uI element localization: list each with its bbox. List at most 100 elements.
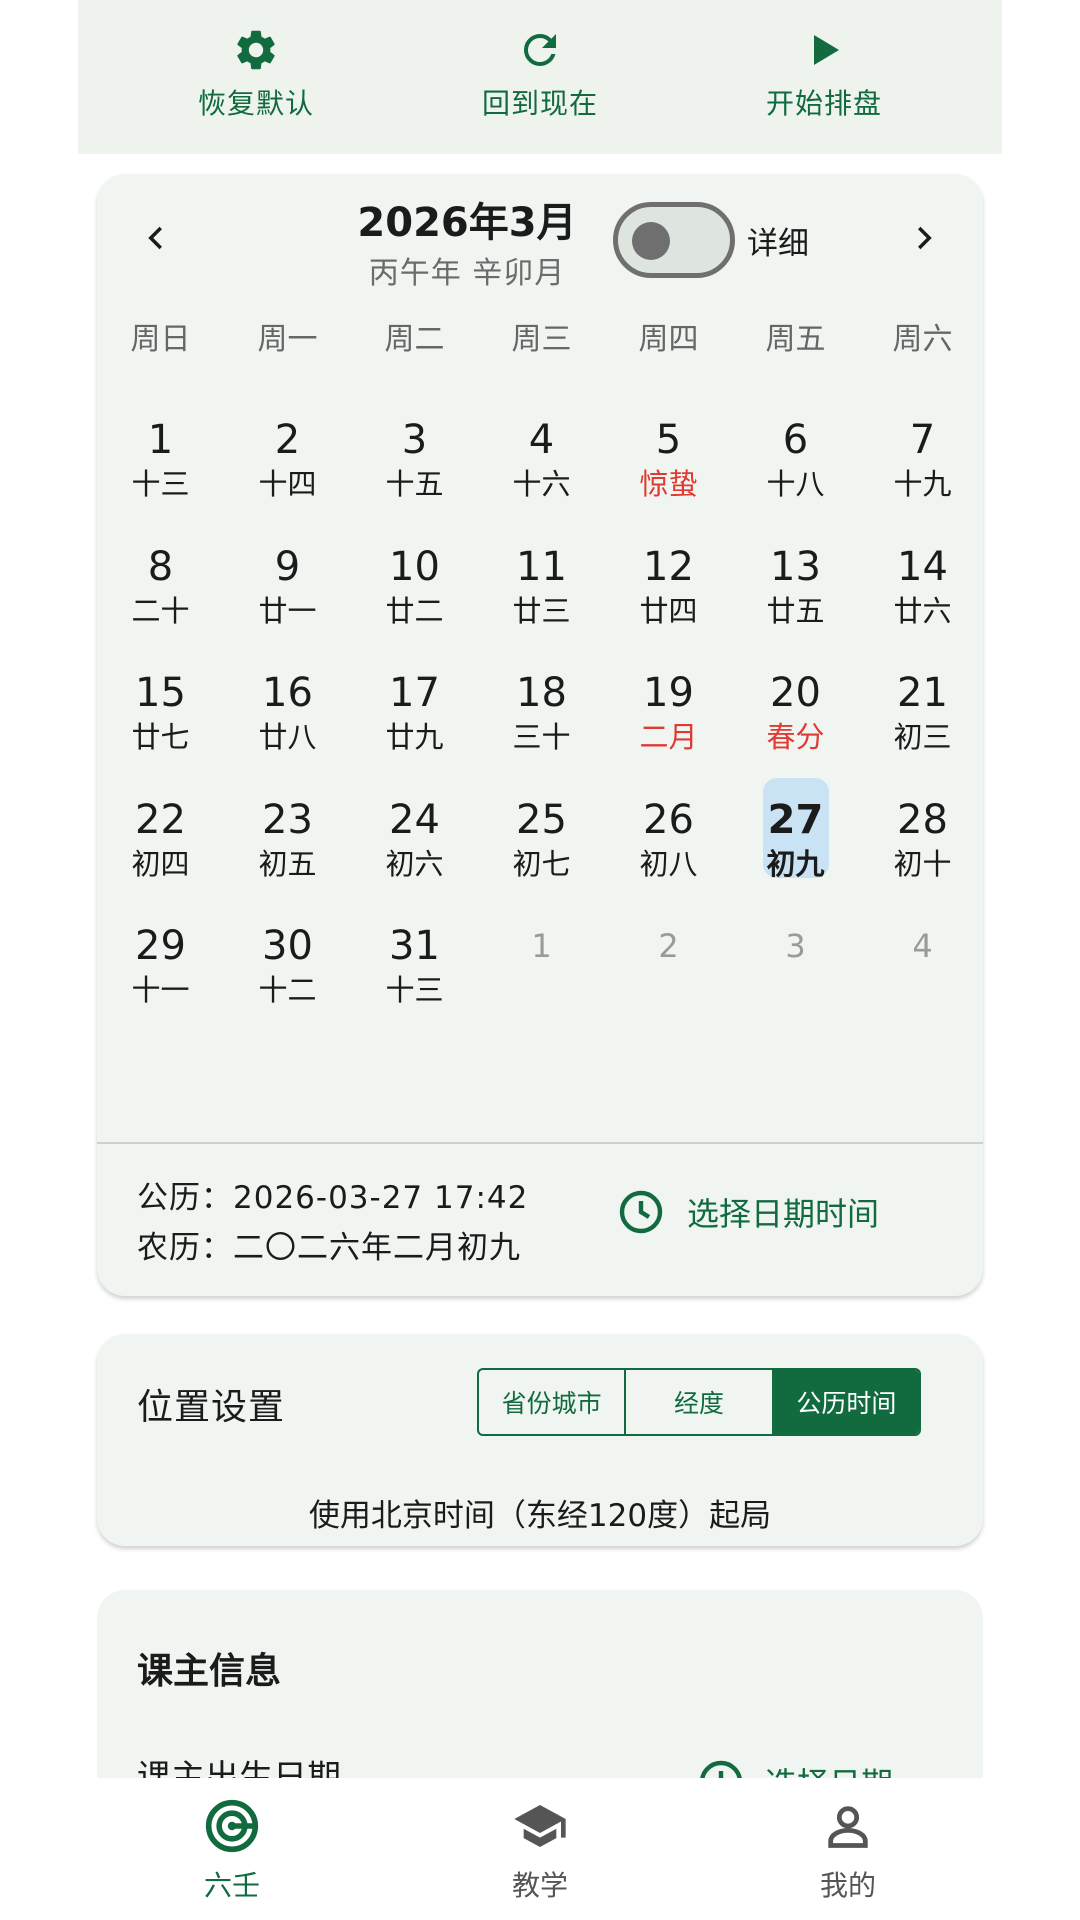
target-icon <box>122 1796 342 1856</box>
day-number: 4 <box>912 927 933 965</box>
nav-profile[interactable]: 我的 <box>738 1796 958 1904</box>
day-number: 21 <box>897 670 948 716</box>
nav-teaching-label: 教学 <box>511 1869 568 1902</box>
tab-longitude[interactable]: 经度 <box>624 1370 771 1434</box>
tab-solar-time[interactable]: 公历时间 <box>771 1370 919 1434</box>
day-number: 27 <box>767 796 824 843</box>
weekday-label: 周一 <box>257 322 318 357</box>
detail-toggle[interactable] <box>613 202 735 278</box>
lunar-day-label: 惊蛰 <box>639 467 698 501</box>
lunar-day-label: 初十 <box>893 846 952 881</box>
lunar-day-label: 廿四 <box>639 593 698 628</box>
day-number: 3 <box>785 927 806 965</box>
day-number: 1 <box>531 927 552 965</box>
lunar-day-label: 春分 <box>766 720 825 754</box>
ganzhi-subtitle: 丙午年 辛卯月 <box>368 256 566 291</box>
day-number: 5 <box>655 417 682 463</box>
day-number: 4 <box>528 417 555 463</box>
day-number: 19 <box>643 670 694 716</box>
lunar-day-label: 十五 <box>385 467 444 501</box>
client-info-title: 课主信息 <box>137 1651 282 1692</box>
lunar-day-label: 十四 <box>258 467 317 501</box>
weekday-label: 周日 <box>130 322 191 357</box>
calendar-day[interactable]: 1 <box>478 918 605 1068</box>
day-number: 1 <box>147 417 174 463</box>
divider <box>97 1142 983 1144</box>
lunar-day-label: 十三 <box>385 973 444 1007</box>
next-month-button[interactable] <box>893 208 953 268</box>
day-number: 13 <box>770 543 821 590</box>
select-datetime-button[interactable]: 选择日期时间 <box>617 1184 879 1240</box>
nav-liuren[interactable]: 六壬 <box>122 1796 342 1904</box>
top-toolbar: 恢复默认 回到现在 开始排盘 <box>78 0 1002 154</box>
solar-date-text: 公历：2026-03-27 17:42 <box>137 1180 529 1216</box>
prev-month-button[interactable] <box>127 208 187 268</box>
calendar-day[interactable]: 3 <box>732 918 859 1068</box>
location-note: 使用北京时间（东经120度）起局 <box>308 1498 772 1534</box>
day-number: 20 <box>770 670 821 716</box>
reset-default-button[interactable]: 恢复默认 <box>156 22 356 132</box>
day-number: 10 <box>389 543 440 590</box>
back-to-now-label: 回到现在 <box>481 87 598 120</box>
weekday-label: 周三 <box>511 322 572 357</box>
calendar-day[interactable]: 31 十三 <box>351 918 478 1068</box>
lunar-day-label: 廿五 <box>766 593 825 628</box>
detail-toggle-label: 详细 <box>747 226 809 262</box>
lunar-day-label: 初七 <box>512 846 571 881</box>
lunar-day-label: 廿三 <box>512 593 571 628</box>
chevron-right-icon <box>918 226 932 250</box>
lunar-day-label: 十八 <box>766 467 825 501</box>
start-chart-label: 开始排盘 <box>765 87 882 120</box>
weekday-header: 周日 周一 周二 周三 周四 周五 周六 <box>97 314 983 364</box>
day-number: 25 <box>516 796 567 843</box>
lunar-day-label: 初四 <box>131 846 190 881</box>
nav-teaching[interactable]: 教学 <box>430 1796 650 1904</box>
day-number: 29 <box>135 923 186 969</box>
calendar-day[interactable]: 30 十二 <box>224 918 351 1068</box>
day-number: 12 <box>643 543 694 590</box>
lunar-day-label: 廿七 <box>131 720 190 754</box>
reset-default-label: 恢复默认 <box>197 87 314 120</box>
day-number: 17 <box>389 670 440 716</box>
start-chart-button[interactable]: 开始排盘 <box>724 22 924 132</box>
day-number: 11 <box>516 543 567 590</box>
day-number: 7 <box>909 417 936 463</box>
month-title: 2026年3月 <box>357 200 577 246</box>
calendar-card: 2026年3月 丙午年 辛卯月 详细 周日 周一 周二 周三 周四 周五 周六 1 十三 2 十四… <box>97 174 983 1296</box>
nav-liuren-label: 六壬 <box>203 1869 260 1902</box>
day-number: 6 <box>782 417 809 463</box>
gear-icon <box>156 22 356 78</box>
lunar-day-label: 廿八 <box>258 720 317 754</box>
calendar-day[interactable]: 2 <box>605 918 732 1068</box>
day-number: 18 <box>516 670 567 716</box>
day-number: 24 <box>389 796 440 843</box>
calendar-day[interactable]: 29 十一 <box>97 918 224 1068</box>
clock-icon <box>617 1188 665 1236</box>
lunar-day-label: 初八 <box>639 846 698 881</box>
lunar-day-label: 廿二 <box>385 593 444 628</box>
lunar-day-label: 十三 <box>131 467 190 501</box>
lunar-day-label: 初九 <box>766 846 825 881</box>
tab-province-city[interactable]: 省份城市 <box>479 1370 624 1434</box>
day-number: 23 <box>262 796 313 843</box>
day-number: 9 <box>274 543 301 590</box>
select-datetime-label: 选择日期时间 <box>687 1195 880 1233</box>
back-to-now-button[interactable]: 回到现在 <box>440 22 640 132</box>
lunar-day-label: 初五 <box>258 846 317 881</box>
weekday-label: 周二 <box>384 322 445 357</box>
bottom-navigation: 六壬 教学 我的 <box>78 1778 1002 1920</box>
lunar-day-label: 十九 <box>893 467 952 501</box>
day-number: 22 <box>135 796 186 843</box>
day-number: 30 <box>262 923 313 969</box>
lunar-day-label: 廿六 <box>893 593 952 628</box>
location-title: 位置设置 <box>137 1387 286 1428</box>
day-number: 2 <box>658 927 679 965</box>
day-number: 31 <box>389 923 440 969</box>
chevron-left-icon <box>148 226 162 250</box>
day-number: 14 <box>897 543 948 590</box>
lunar-day-label: 初六 <box>385 846 444 881</box>
lunar-day-label: 二月 <box>639 720 698 754</box>
calendar-day[interactable]: 4 <box>859 918 986 1068</box>
lunar-day-label: 十二 <box>258 973 317 1007</box>
lunar-day-label: 十一 <box>131 973 190 1007</box>
